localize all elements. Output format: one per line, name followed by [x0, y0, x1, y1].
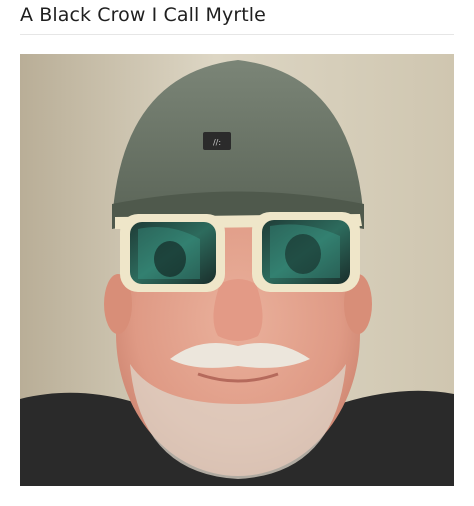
portrait-image: //:	[20, 54, 454, 486]
svg-text://:: //:	[213, 138, 221, 147]
post-title: A Black Crow I Call Myrtle	[20, 4, 266, 26]
post-photo[interactable]: //:	[20, 54, 454, 486]
post-header: A Black Crow I Call Myrtle	[20, 0, 454, 35]
